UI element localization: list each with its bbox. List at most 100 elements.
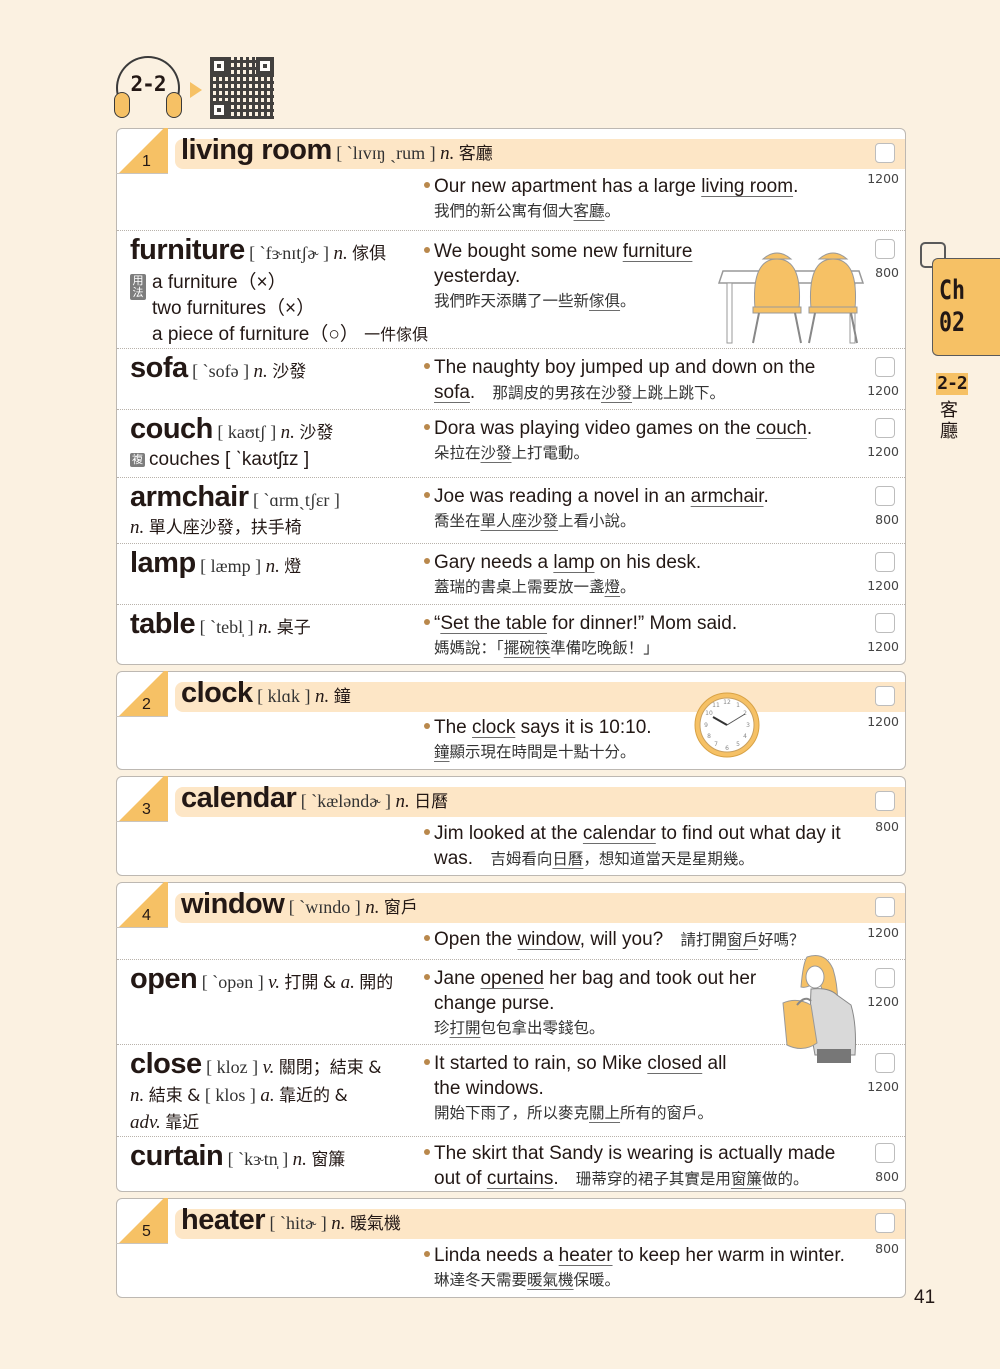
entry-headword: window [ ˋwɪndo ] n. 窗戶 [181, 888, 601, 922]
audio-track-label: 2-2 [130, 72, 167, 96]
audio-track-badge[interactable]: 2-2 [112, 52, 184, 122]
headword: armchair [130, 481, 249, 513]
review-checkbox[interactable] [875, 143, 895, 163]
woman-opening-bag-illustration [782, 955, 856, 1063]
section-badge: 2-2 [936, 373, 968, 395]
review-checkbox[interactable] [875, 791, 895, 811]
bullet-icon [424, 934, 430, 941]
example-translation: 請打開窗戶好嗎？ [680, 931, 804, 949]
example-translation: 珍打開包包拿出零錢包。 [434, 1016, 764, 1041]
review-checkbox[interactable] [875, 613, 895, 633]
vocab-entry-sofa: sofa [ ˋsofə ] n. 沙發 The naughty boy jum… [117, 348, 905, 409]
review-checkbox[interactable] [875, 686, 895, 706]
example: Linda needs a heater to keep her warm in… [424, 1243, 859, 1293]
level-label: 1200 [867, 444, 899, 459]
part-of-speech: n. [395, 791, 410, 812]
level-label: 800 [875, 265, 899, 280]
translation-text: 吉姆看向 [490, 850, 553, 868]
translation-text: 準備吃晚飯！」 [550, 639, 659, 657]
entry-headword: clock [ klɑk ] n. 鐘 [181, 679, 601, 711]
example: Joe was reading a novel in an armchair. … [424, 484, 859, 534]
review-checkbox[interactable] [875, 897, 895, 917]
card-number-tab: 1 [116, 128, 168, 174]
vocab-entry-table: table [ ˋtebl̩ ] n. 桌子 “Set the table fo… [117, 604, 905, 664]
example: We bought some new furniture yesterday. … [424, 239, 709, 314]
example: It started to rain, so Mike closed all t… [424, 1051, 744, 1126]
translation-highlight: 關上 [589, 1104, 621, 1122]
card-number: 5 [142, 1223, 151, 1240]
example-text: The naughty boy jumped up and down on th… [434, 357, 816, 378]
translation-text: 。 [604, 202, 621, 220]
example-translation: 吉姆看向日曆，想知道當天是星期幾。 [490, 850, 754, 868]
vocab-entry-curtain: curtain [ ˋkɝtn̩ ] n. 窗簾 The skirt that … [117, 1136, 905, 1193]
definition-zh: 窗簾 [311, 1150, 346, 1170]
bullet-icon [424, 557, 430, 564]
review-checkbox[interactable] [875, 239, 895, 259]
example-text: . [763, 486, 769, 507]
entry-headword: heater [ ˋhitɚ ] n. 暖氣機 [181, 1204, 601, 1238]
definition-zh: 靠近 [165, 1113, 200, 1133]
example-highlight: lamp [553, 552, 595, 573]
example-text: Dora was playing video games on the [434, 418, 757, 439]
qr-code-icon[interactable] [210, 57, 274, 119]
example-highlight: closed [647, 1053, 703, 1074]
entry-headword: armchair [ ˋɑrmˏtʃɛr ] n. 單人座沙發，扶手椅 [130, 481, 440, 542]
translation-highlight: 單人座沙發 [480, 512, 559, 530]
vocab-entry-window: window [ ˋwɪndo ] n. 窗戶 Open the window,… [117, 883, 905, 959]
part-of-speech: n. [265, 556, 280, 577]
headword: calendar [181, 782, 297, 814]
review-checkbox[interactable] [875, 1143, 895, 1163]
bullet-icon [424, 1058, 430, 1065]
example-translation: 我們的新公寓有個大客廳。 [434, 199, 859, 224]
translation-highlight: 燈 [604, 578, 621, 596]
svg-text:3: 3 [746, 722, 750, 729]
definition-zh: 鐘 [333, 687, 351, 707]
entry-headword: open [ ˋopən ] v. 打開 & a. 開的 [130, 965, 440, 997]
translation-text: 好嗎？ [758, 931, 805, 949]
definition-zh: 客廳 [458, 144, 493, 164]
example-highlight: curtains [486, 1168, 554, 1189]
conjunction: & [334, 1086, 348, 1106]
translation-text: 朵拉在 [434, 444, 481, 462]
definition-zh: 單人座沙發，扶手椅 [148, 518, 302, 538]
example-translation: 鐘顯示現在時間是十點十分。 [434, 740, 859, 765]
translation-highlight: 傢俱 [589, 292, 621, 310]
part-of-speech: n. [130, 517, 145, 538]
example-translation: 開始下雨了，所以麥克關上所有的窗戶。 [434, 1101, 744, 1126]
example-text: Joe was reading a novel in an [434, 486, 691, 507]
chapter-tab[interactable]: Ch 02 [932, 258, 1000, 356]
review-checkbox[interactable] [875, 1213, 895, 1233]
vocab-card-1: 1 living room [ ˋlɪvɪŋ ˏrum ] n. 客廳 Our … [116, 128, 906, 665]
page-number: 41 [914, 1287, 936, 1308]
definition-zh: 沙發 [299, 423, 334, 443]
entry-headword: couch [ kaʊtʃ ] n. 沙發 複 couches [ ˋkaʊtʃɪ… [130, 415, 440, 473]
example-text: , will you? [579, 929, 664, 950]
level-label: 800 [875, 819, 899, 834]
review-checkbox[interactable] [875, 552, 895, 572]
entry-headword: table [ ˋtebl̩ ] n. 桌子 [130, 610, 440, 642]
headword: heater [181, 1204, 266, 1236]
pronunciation: [ ˋɑrmˏtʃɛr ] [252, 490, 340, 510]
review-checkbox[interactable] [875, 486, 895, 506]
entry-headword: living room [ ˋlɪvɪŋ ˏrum ] n. 客廳 [181, 136, 601, 168]
example-highlight: armchair [690, 486, 764, 507]
part-of-speech: v. [268, 972, 280, 993]
review-checkbox[interactable] [875, 1053, 895, 1073]
example: Gary needs a lamp on his desk. 蓋瑞的書桌上需要放… [424, 550, 859, 600]
translation-highlight: 沙發 [480, 444, 512, 462]
example-text: Gary needs a [434, 552, 554, 573]
review-checkbox[interactable] [875, 357, 895, 377]
example-translation: 琳達冬天需要暖氣機保暖。 [434, 1268, 859, 1293]
example: “Set the table for dinner!” Mom said. 媽媽… [424, 611, 859, 661]
bullet-icon [424, 828, 430, 835]
definition-zh: 關閉；結束 [278, 1058, 364, 1078]
vocab-card-3: 3 calendar [ ˋkæləndɚ ] n. 日曆 Jim looked… [116, 776, 906, 876]
headword: window [181, 888, 285, 920]
headword: close [130, 1048, 202, 1080]
card-number: 1 [142, 153, 151, 170]
review-checkbox[interactable] [875, 968, 895, 988]
vocab-card-2: 2 clock [ klɑk ] n. 鐘 The clock says it … [116, 671, 906, 770]
review-checkbox[interactable] [875, 418, 895, 438]
definition-zh: 燈 [284, 557, 302, 577]
translation-highlight: 打開 [449, 1019, 481, 1037]
